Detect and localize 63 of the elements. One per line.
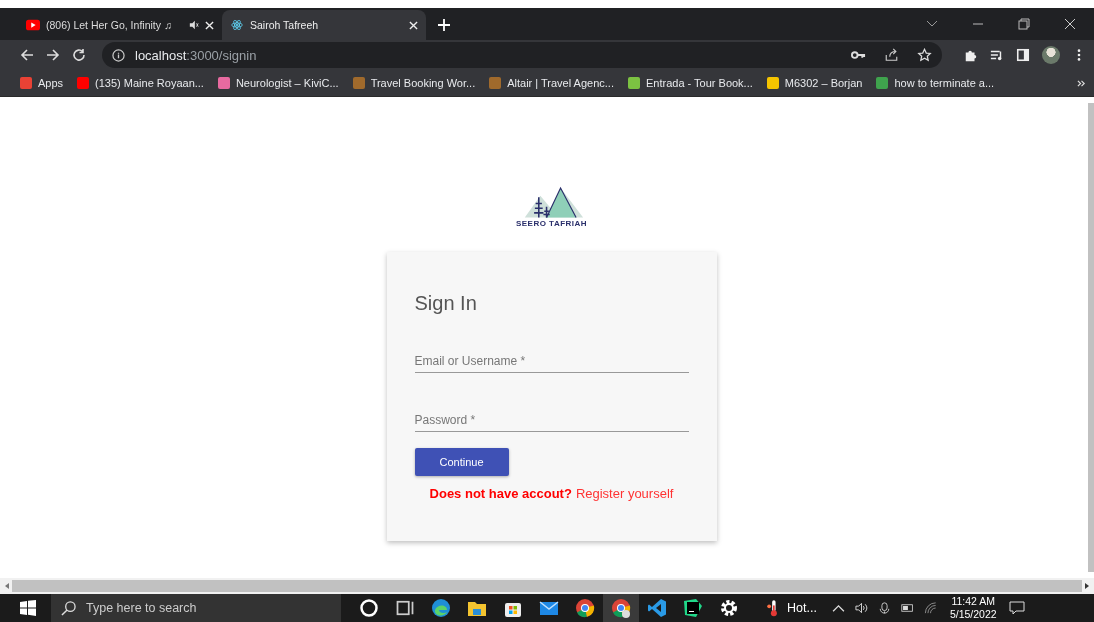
bookmark[interactable]: Entrada - Tour Book... (628, 77, 753, 89)
edge-icon[interactable] (431, 598, 451, 618)
bookmark[interactable]: Apps (20, 77, 64, 89)
bookmark[interactable]: (135) Maine Royaan... (77, 77, 204, 89)
bookmark[interactable]: how to terminate a... (876, 77, 995, 89)
chrome-icon[interactable] (575, 598, 595, 618)
back-icon[interactable] (20, 48, 34, 62)
volume-icon[interactable] (854, 602, 868, 614)
taskbar-clock[interactable]: 11:42 AM 5/15/2022 (949, 595, 997, 621)
playlist-icon[interactable] (990, 48, 1004, 62)
pycharm-icon[interactable] (683, 598, 703, 618)
wifi-icon[interactable] (923, 602, 937, 614)
info-icon (112, 48, 125, 62)
puzzle-icon[interactable] (964, 48, 978, 62)
play-icon (26, 19, 40, 31)
bookmark[interactable]: Travel Booking Wor... (352, 77, 476, 89)
profile-avatar[interactable] (1042, 46, 1060, 64)
notification-icon[interactable] (1008, 601, 1025, 615)
form-title: Sign In (414, 292, 478, 315)
bookmark[interactable]: Altair | Travel Agenc... (489, 77, 614, 89)
horizontal-scrollbar[interactable] (0, 578, 1094, 594)
task-view-icon[interactable] (395, 598, 415, 618)
settings-icon[interactable] (719, 598, 739, 618)
side-panel-icon[interactable] (1016, 48, 1030, 62)
input-field[interactable]: Email or Username * (414, 350, 689, 373)
key-icon[interactable] (851, 48, 866, 62)
address-bar[interactable]: localhost:3000/signin (102, 42, 942, 68)
register-prompt: Does not have accout? (429, 486, 572, 501)
share-icon[interactable] (884, 48, 899, 62)
bookmark[interactable]: M6302 – Borjan (766, 77, 863, 89)
speaker-icon[interactable] (189, 20, 199, 30)
windows-icon[interactable] (20, 600, 36, 616)
reload-icon[interactable] (72, 48, 86, 62)
logo-text: SEERO TAFRIAH (515, 219, 588, 228)
double-chevron-icon[interactable] (1077, 78, 1086, 88)
scroll-right-icon[interactable] (1084, 583, 1090, 589)
battery-icon[interactable] (900, 602, 914, 614)
browser-tab[interactable]: (806) Let Her Go, Infinity ♫ (18, 10, 222, 40)
close-icon[interactable] (1064, 18, 1076, 30)
vscode-icon[interactable] (647, 598, 667, 618)
forward-icon[interactable] (46, 48, 60, 62)
tab-title: Sairoh Tafreeh (250, 19, 320, 31)
new-tab-icon[interactable] (438, 19, 450, 31)
scroll-left-icon[interactable] (4, 583, 10, 589)
browser-tab[interactable]: Sairoh Tafreeh (222, 10, 426, 40)
taskbar-search-field[interactable]: Type here to search (51, 594, 341, 622)
cortana-icon[interactable] (359, 598, 379, 618)
weather-widget[interactable]: Hot... (767, 599, 817, 617)
restore-icon[interactable] (1018, 18, 1030, 30)
tab-title: (806) Let Her Go, Infinity ♫ (46, 19, 173, 31)
url-text: localhost:3000/signin (135, 47, 257, 63)
mail-icon[interactable] (539, 598, 559, 618)
atom-icon (230, 19, 244, 31)
chrome-icon[interactable] (611, 598, 631, 618)
vertical-scrollbar[interactable] (1088, 103, 1094, 572)
microphone-icon[interactable] (877, 602, 891, 614)
input-field[interactable]: Password * (414, 409, 689, 432)
bookmark[interactable]: Neurologist – KiviC... (217, 77, 339, 89)
search-icon (61, 600, 76, 616)
continue-button[interactable]: Continue (414, 448, 509, 476)
chevron-up-icon[interactable] (831, 602, 845, 614)
star-icon[interactable] (917, 48, 932, 62)
thermometer-icon (767, 599, 779, 617)
